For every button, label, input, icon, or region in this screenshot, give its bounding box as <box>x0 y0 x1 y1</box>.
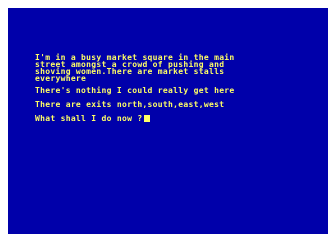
location-description: I'm in a busy market square in the main … <box>35 54 235 83</box>
screen-border: I'm in a busy market square in the main … <box>0 0 336 242</box>
text-cursor[interactable] <box>144 115 151 122</box>
command-prompt[interactable]: What shall I do now ? <box>35 114 151 123</box>
description-line: everywhere <box>35 74 87 83</box>
exits-message: There are exits north,south,east,west <box>35 100 225 109</box>
game-display: I'm in a busy market square in the main … <box>8 8 328 234</box>
items-message: There's nothing I could really get here <box>35 86 235 95</box>
prompt-text: What shall I do now ? <box>35 114 143 123</box>
